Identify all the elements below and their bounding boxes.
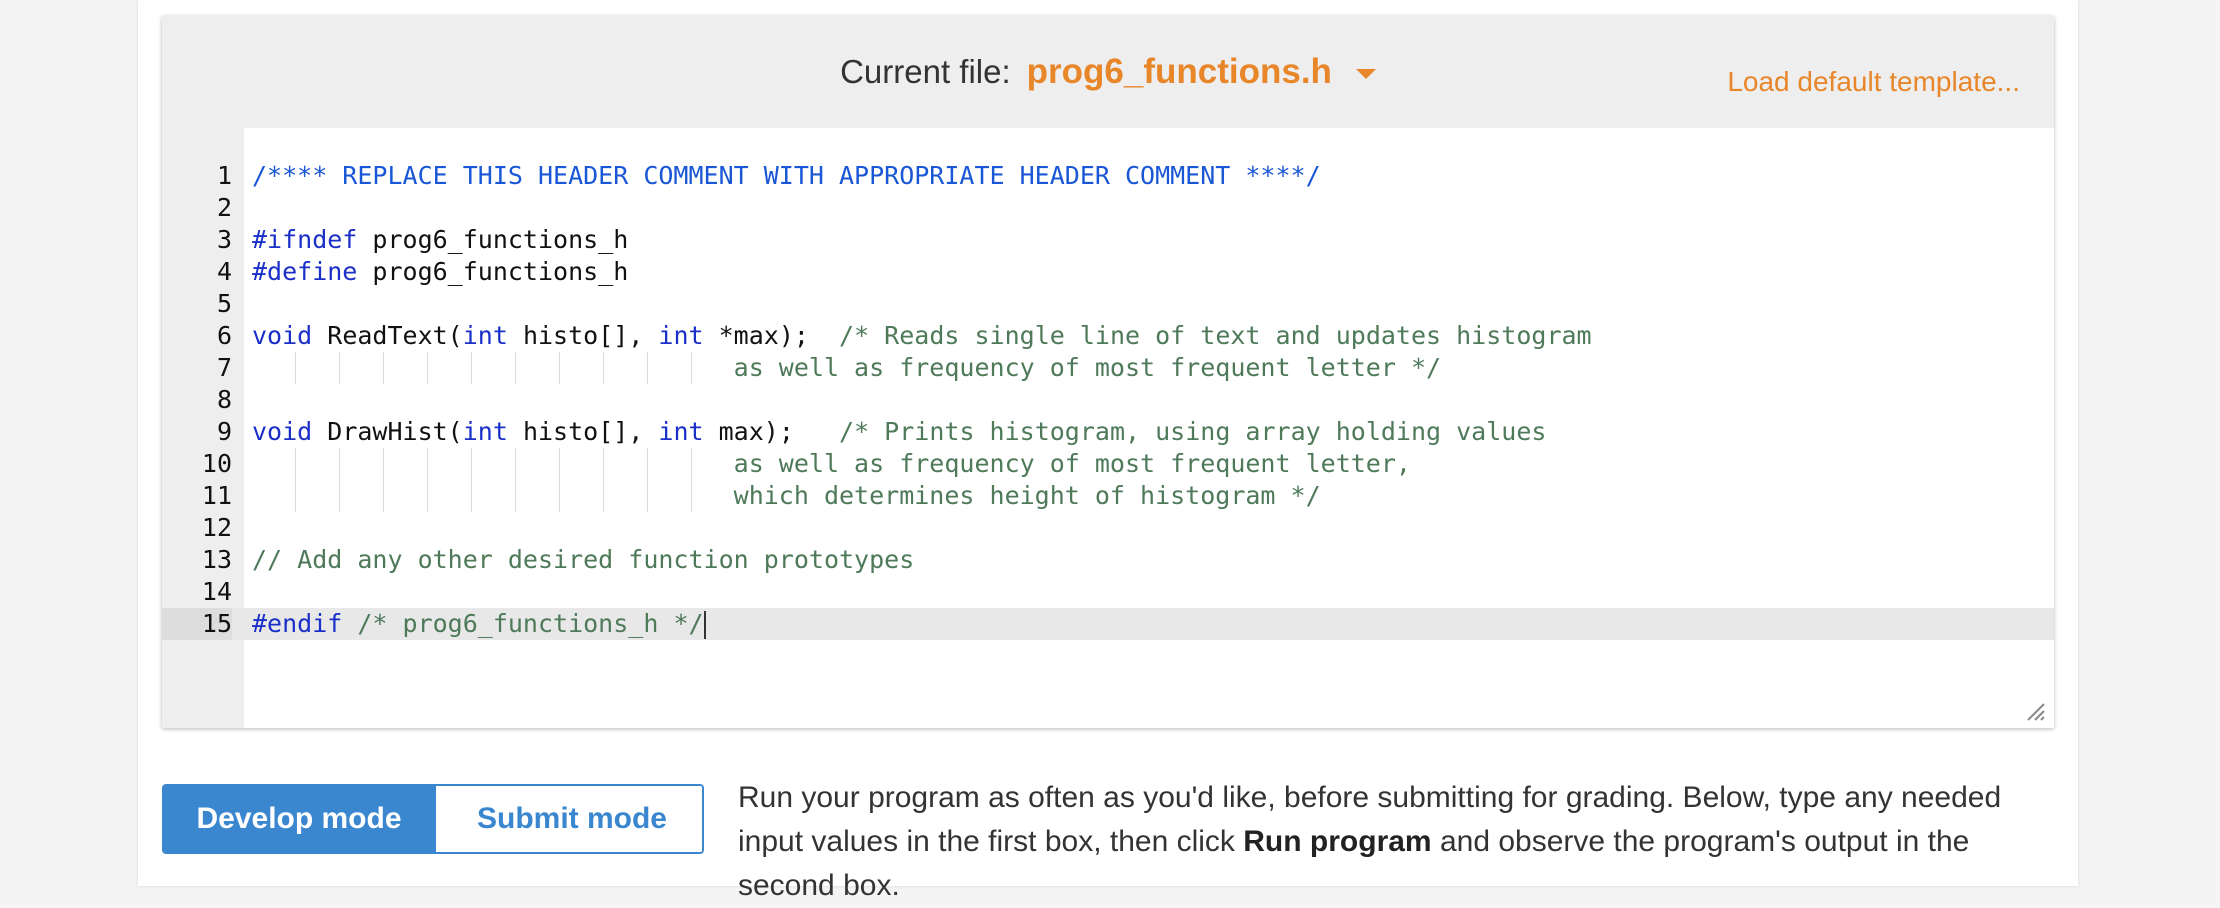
code-line[interactable]: 11 which determines height of histogram …: [162, 480, 2054, 512]
code-text: as well as frequency of most frequent le…: [252, 448, 1411, 480]
code-token: as well as frequency of most frequent le…: [733, 353, 1442, 382]
code-text: #define prog6_functions_h: [252, 256, 628, 288]
line-number: 15: [162, 608, 232, 640]
code-text: as well as frequency of most frequent le…: [252, 352, 1441, 384]
mode-toggle: Develop mode Submit mode: [162, 784, 704, 854]
code-text: #ifndef prog6_functions_h: [252, 224, 628, 256]
code-line[interactable]: 12: [162, 512, 2054, 544]
code-token: /* Reads single line of text and updates…: [839, 321, 1592, 350]
code-token: int: [658, 417, 704, 446]
line-number: 6: [216, 321, 232, 350]
run-instructions: Run your program as often as you'd like,…: [738, 776, 2058, 908]
code-token: #ifndef: [252, 225, 358, 254]
current-file-label: Current file:: [840, 53, 1011, 90]
line-number: 8: [216, 385, 232, 414]
code-token: /* prog6_functions_h */: [342, 609, 704, 638]
line-number: 13: [201, 545, 232, 574]
file-header: Current file: prog6_functions.h Load def…: [162, 16, 2054, 128]
code-token: int: [462, 321, 508, 350]
code-line[interactable]: 6 void ReadText(int histo[], int *max); /…: [162, 320, 2054, 352]
line-number: 11: [201, 481, 232, 510]
code-token: prog6_functions_h: [357, 257, 629, 286]
code-token: // Add any other desired function protot…: [252, 545, 915, 574]
line-number: 5: [216, 289, 232, 318]
code-line[interactable]: 4 #define prog6_functions_h: [162, 256, 2054, 288]
chevron-down-icon[interactable]: [1355, 69, 1376, 79]
code-token: int: [658, 321, 704, 350]
code-line[interactable]: 10 as well as frequency of most frequent…: [162, 448, 2054, 480]
line-number: 9: [216, 417, 232, 446]
code-text: void ReadText(int histo[], int *max); /*…: [252, 320, 1592, 352]
code-token: ReadText(: [312, 321, 463, 350]
submit-mode-button[interactable]: Submit mode: [434, 786, 702, 852]
code-token: #define: [252, 257, 358, 286]
code-line[interactable]: 9 void DrawHist(int histo[], int max); /*…: [162, 416, 2054, 448]
code-token: histo[],: [507, 417, 659, 446]
code-token: /* Prints histogram, using array holding…: [839, 417, 1547, 446]
code-line[interactable]: 13 // Add any other desired function prot…: [162, 544, 2054, 576]
develop-mode-button[interactable]: Develop mode: [164, 786, 434, 852]
line-number: 1: [216, 161, 232, 190]
line-number: 7: [216, 353, 232, 382]
code-token: which determines height of histogram */: [733, 481, 1321, 510]
code-token: DrawHist(: [312, 417, 463, 446]
code-text: void DrawHist(int histo[], int max); /* …: [252, 416, 1546, 448]
resize-handle-icon[interactable]: [2024, 700, 2046, 722]
line-number: 12: [201, 513, 232, 542]
code-editor[interactable]: 1 /**** REPLACE THIS HEADER COMMENT WITH …: [162, 128, 2054, 728]
line-number: 14: [201, 577, 232, 606]
code-token: histo[],: [507, 321, 659, 350]
code-line[interactable]: 1 /**** REPLACE THIS HEADER COMMENT WITH …: [162, 160, 2054, 192]
code-line[interactable]: 2: [162, 192, 2054, 224]
code-text: #endif /* prog6_functions_h */: [252, 608, 706, 640]
code-line[interactable]: 7 as well as frequency of most frequent …: [162, 352, 2054, 384]
code-token: as well as frequency of most frequent le…: [733, 449, 1411, 478]
code-token: void: [252, 417, 313, 446]
code-text: // Add any other desired function protot…: [252, 544, 914, 576]
code-token: prog6_functions_h: [357, 225, 629, 254]
code-line[interactable]: 8: [162, 384, 2054, 416]
text-cursor: [703, 611, 706, 639]
code-line[interactable]: 3 #ifndef prog6_functions_h: [162, 224, 2054, 256]
code-token: #endif: [252, 609, 343, 638]
line-number: 10: [201, 449, 232, 478]
line-number: 3: [216, 225, 232, 254]
code-lines[interactable]: 1 /**** REPLACE THIS HEADER COMMENT WITH …: [162, 160, 2054, 640]
code-text: which determines height of histogram */: [252, 480, 1321, 512]
code-token: int: [462, 417, 508, 446]
line-number: 4: [216, 257, 232, 286]
code-token: /**** REPLACE THIS HEADER COMMENT WITH A…: [252, 161, 1321, 190]
code-token: max);: [703, 417, 840, 446]
code-token: void: [252, 321, 313, 350]
code-line[interactable]: 5: [162, 288, 2054, 320]
code-line[interactable]: 14: [162, 576, 2054, 608]
code-token: *max);: [703, 321, 840, 350]
run-program-emphasis: Run program: [1243, 825, 1432, 858]
code-text: /**** REPLACE THIS HEADER COMMENT WITH A…: [252, 160, 1321, 192]
current-file-name[interactable]: prog6_functions.h: [1027, 52, 1332, 92]
code-line[interactable]: 15 #endif /* prog6_functions_h */: [162, 608, 2054, 640]
load-default-template-link[interactable]: Load default template...: [1727, 66, 2020, 98]
code-editor-card: Current file: prog6_functions.h Load def…: [162, 16, 2054, 728]
line-number: 2: [216, 193, 232, 222]
